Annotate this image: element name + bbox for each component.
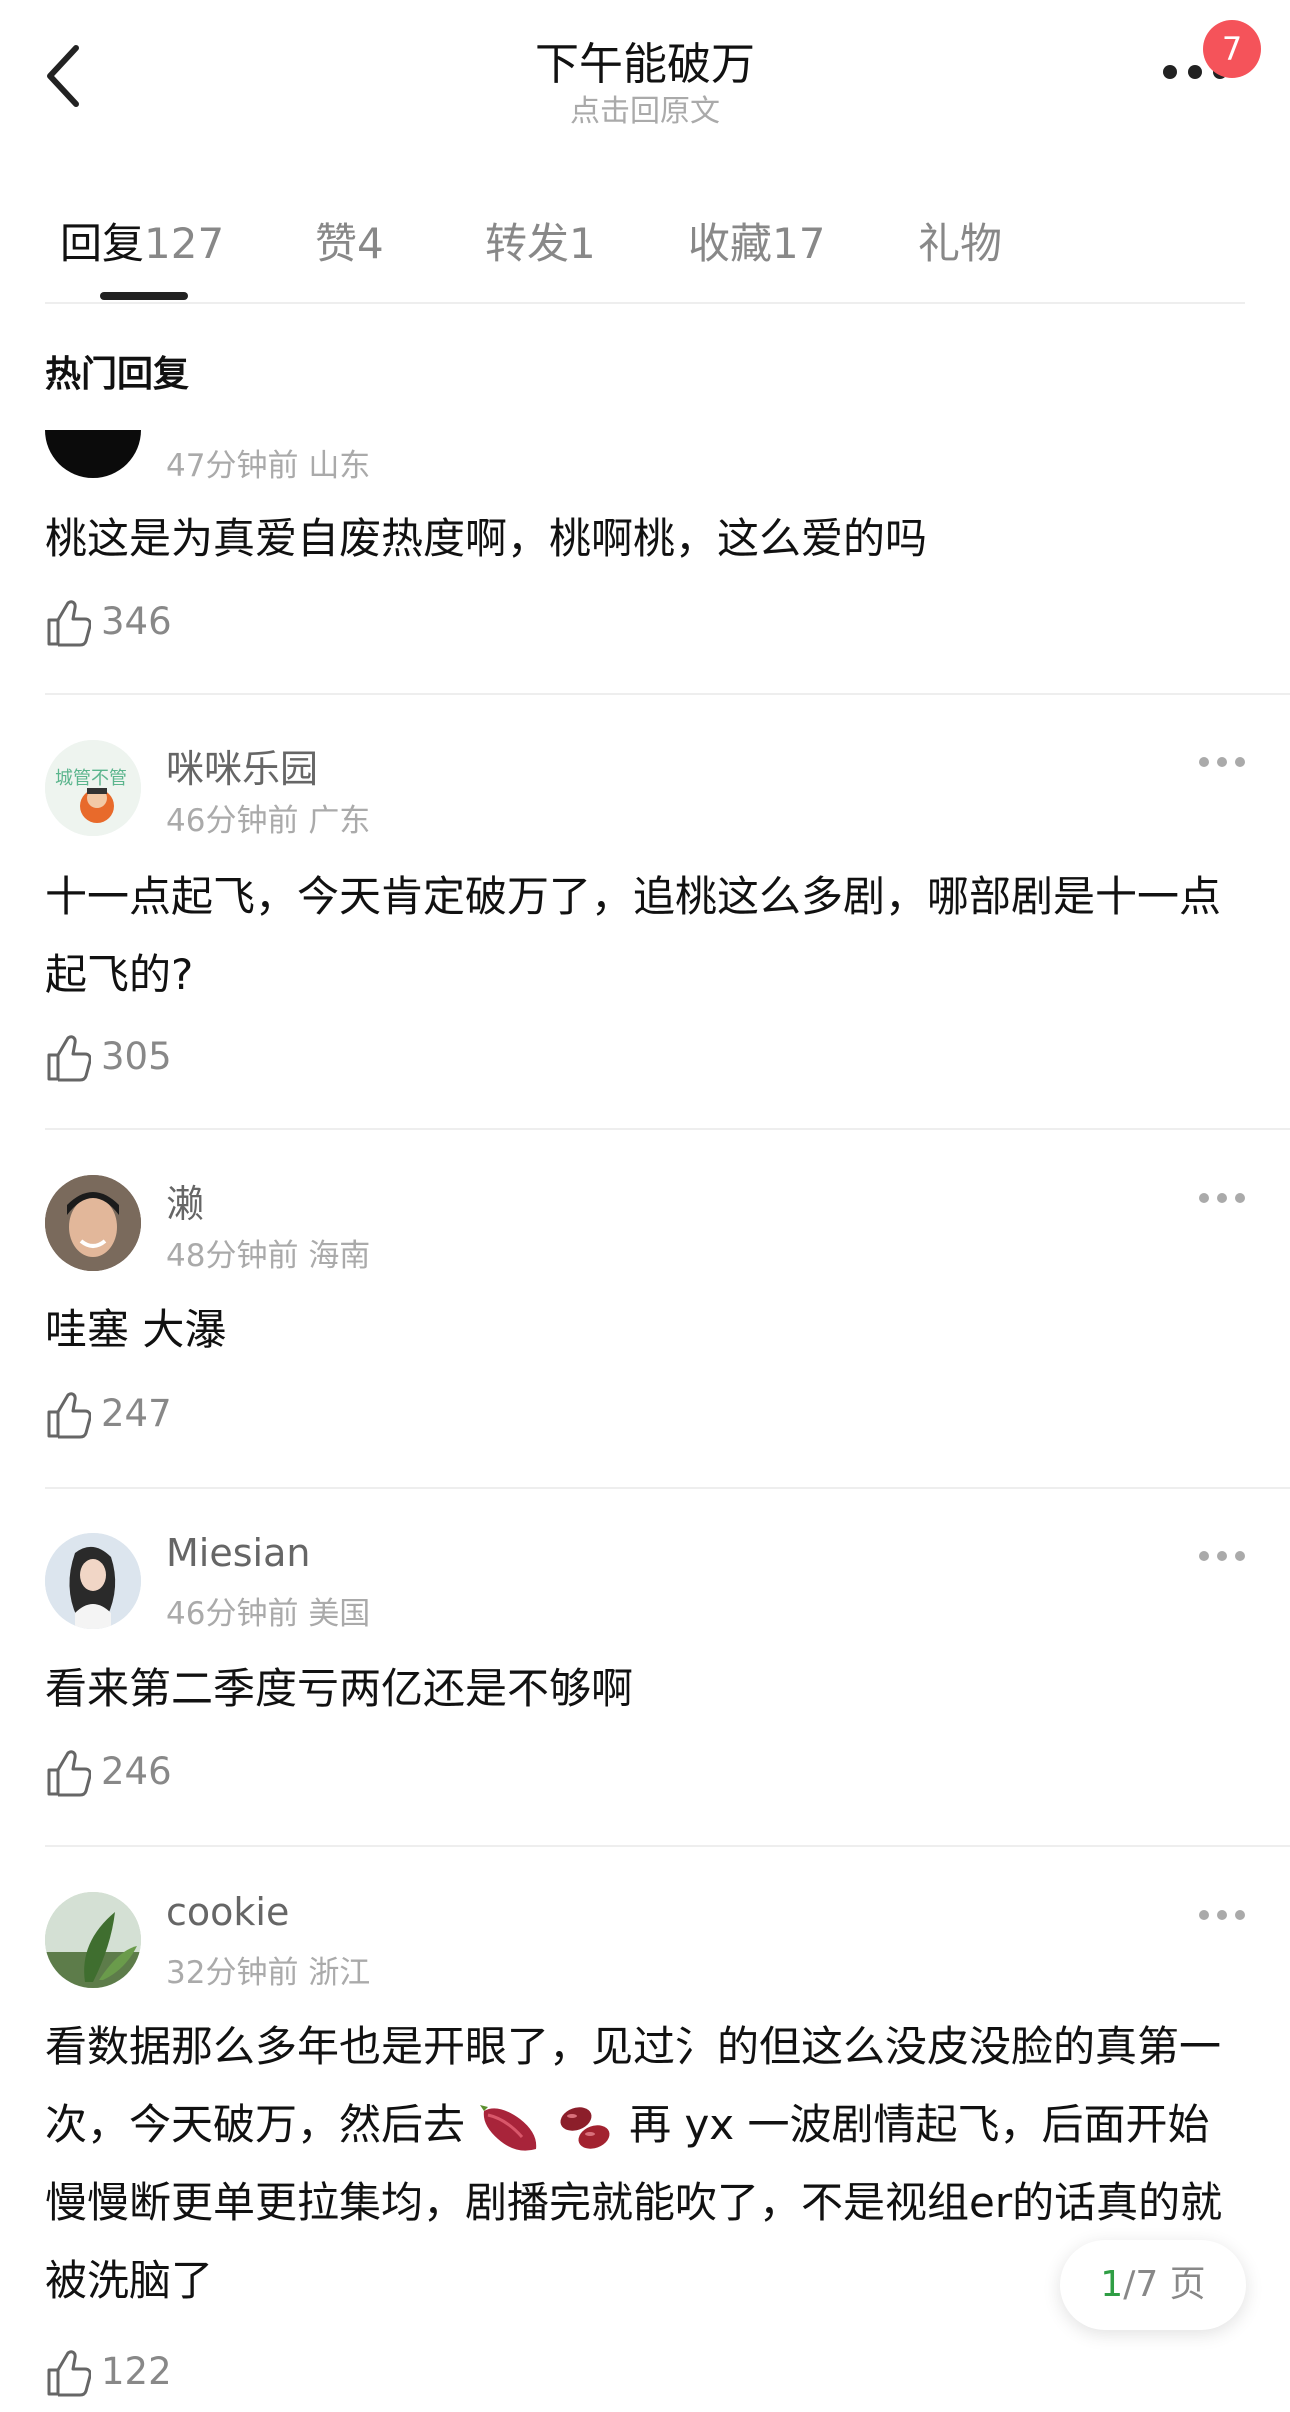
thumbs-up-icon [47, 1035, 91, 1082]
thumbs-up-icon [47, 1750, 91, 1797]
comment-text: 桃这是为真爱自废热度啊，桃啊桃，这么爱的吗 [45, 514, 928, 563]
avatar[interactable] [45, 1533, 141, 1629]
more-options-icon[interactable] [1197, 1548, 1247, 1564]
beans-icon [560, 2106, 610, 2149]
sweet-potato-icon [480, 2104, 537, 2151]
notification-badge: 7 [1203, 20, 1261, 78]
tab-reposts[interactable]: 转发1 [485, 210, 596, 271]
tab-count: 1 [569, 219, 596, 268]
tab-count: 4 [357, 219, 384, 268]
commenter-name[interactable]: 咪咪乐园 [166, 738, 318, 793]
tab-bar: 回复127 赞4 转发1 收藏17 礼物 [0, 195, 1290, 305]
tab-likes[interactable]: 赞4 [315, 210, 384, 271]
svg-text:城管不管: 城管不管 [55, 768, 127, 789]
tab-label: 赞 [315, 219, 358, 268]
tab-label: 回复 [60, 219, 145, 268]
avatar[interactable] [45, 1892, 141, 1988]
comment-meta: 47分钟前 山东 [166, 448, 371, 484]
commenter-name[interactable]: Miesian [166, 1531, 310, 1575]
tab-label: 转发 [485, 219, 570, 268]
comment-meta: 32分钟前 浙江 [166, 1955, 371, 1991]
thumbs-up-icon [47, 600, 91, 647]
more-options-icon[interactable] [1197, 1190, 1247, 1206]
total-pages: /7 页 [1123, 2264, 1206, 2305]
more-options-icon[interactable] [1197, 754, 1247, 770]
more-options-icon[interactable] [1197, 1907, 1247, 1923]
back-to-original-link[interactable]: 点击回原文 [0, 86, 1290, 130]
comment-text: 十一点起飞，今天肯定破万了，追桃这么多剧，哪部剧是十一点起飞的? [45, 872, 1222, 999]
tab-gifts[interactable]: 礼物 [918, 210, 1002, 271]
tab-label: 收藏 [688, 219, 773, 268]
active-tab-indicator [100, 292, 188, 300]
divider [45, 1128, 1290, 1130]
section-title: 热门回复 [45, 354, 190, 395]
comment-text: 看来第二季度亏两亿还是不够啊 [45, 1664, 634, 1713]
tab-favorites[interactable]: 收藏17 [688, 210, 825, 271]
thumbs-up-icon [47, 1392, 91, 1439]
top-bar: 下午能破万 点击回原文 7 [0, 0, 1290, 150]
comment-text: 哇塞 大瀑 [45, 1305, 227, 1354]
tab-count: 127 [144, 219, 225, 268]
page-indicator[interactable]: 1/7 页 [1060, 2240, 1246, 2330]
tab-label: 礼物 [918, 219, 1003, 268]
comment-meta: 48分钟前 海南 [166, 1238, 371, 1274]
divider [45, 693, 1290, 695]
tab-count: 17 [772, 219, 826, 268]
commenter-name[interactable]: 濑 [166, 1173, 204, 1228]
tab-replies[interactable]: 回复127 [60, 210, 224, 271]
comment-meta: 46分钟前 美国 [166, 1596, 371, 1632]
like-count: 246 [101, 1750, 172, 1793]
divider [45, 302, 1245, 304]
divider [45, 1487, 1290, 1489]
like-count: 346 [101, 600, 172, 643]
page-title[interactable]: 下午能破万 [0, 28, 1290, 92]
thumbs-up-icon [47, 2350, 91, 2397]
avatar[interactable] [45, 430, 141, 478]
like-count: 247 [101, 1392, 172, 1435]
comment-meta: 46分钟前 广东 [166, 803, 371, 839]
current-page: 1 [1100, 2264, 1124, 2305]
avatar[interactable] [45, 1175, 141, 1271]
divider [45, 1845, 1290, 1847]
like-count: 305 [101, 1035, 172, 1078]
commenter-name[interactable]: cookie [166, 1890, 289, 1934]
avatar[interactable]: 城管不管 [45, 740, 141, 836]
like-count: 122 [101, 2350, 172, 2393]
